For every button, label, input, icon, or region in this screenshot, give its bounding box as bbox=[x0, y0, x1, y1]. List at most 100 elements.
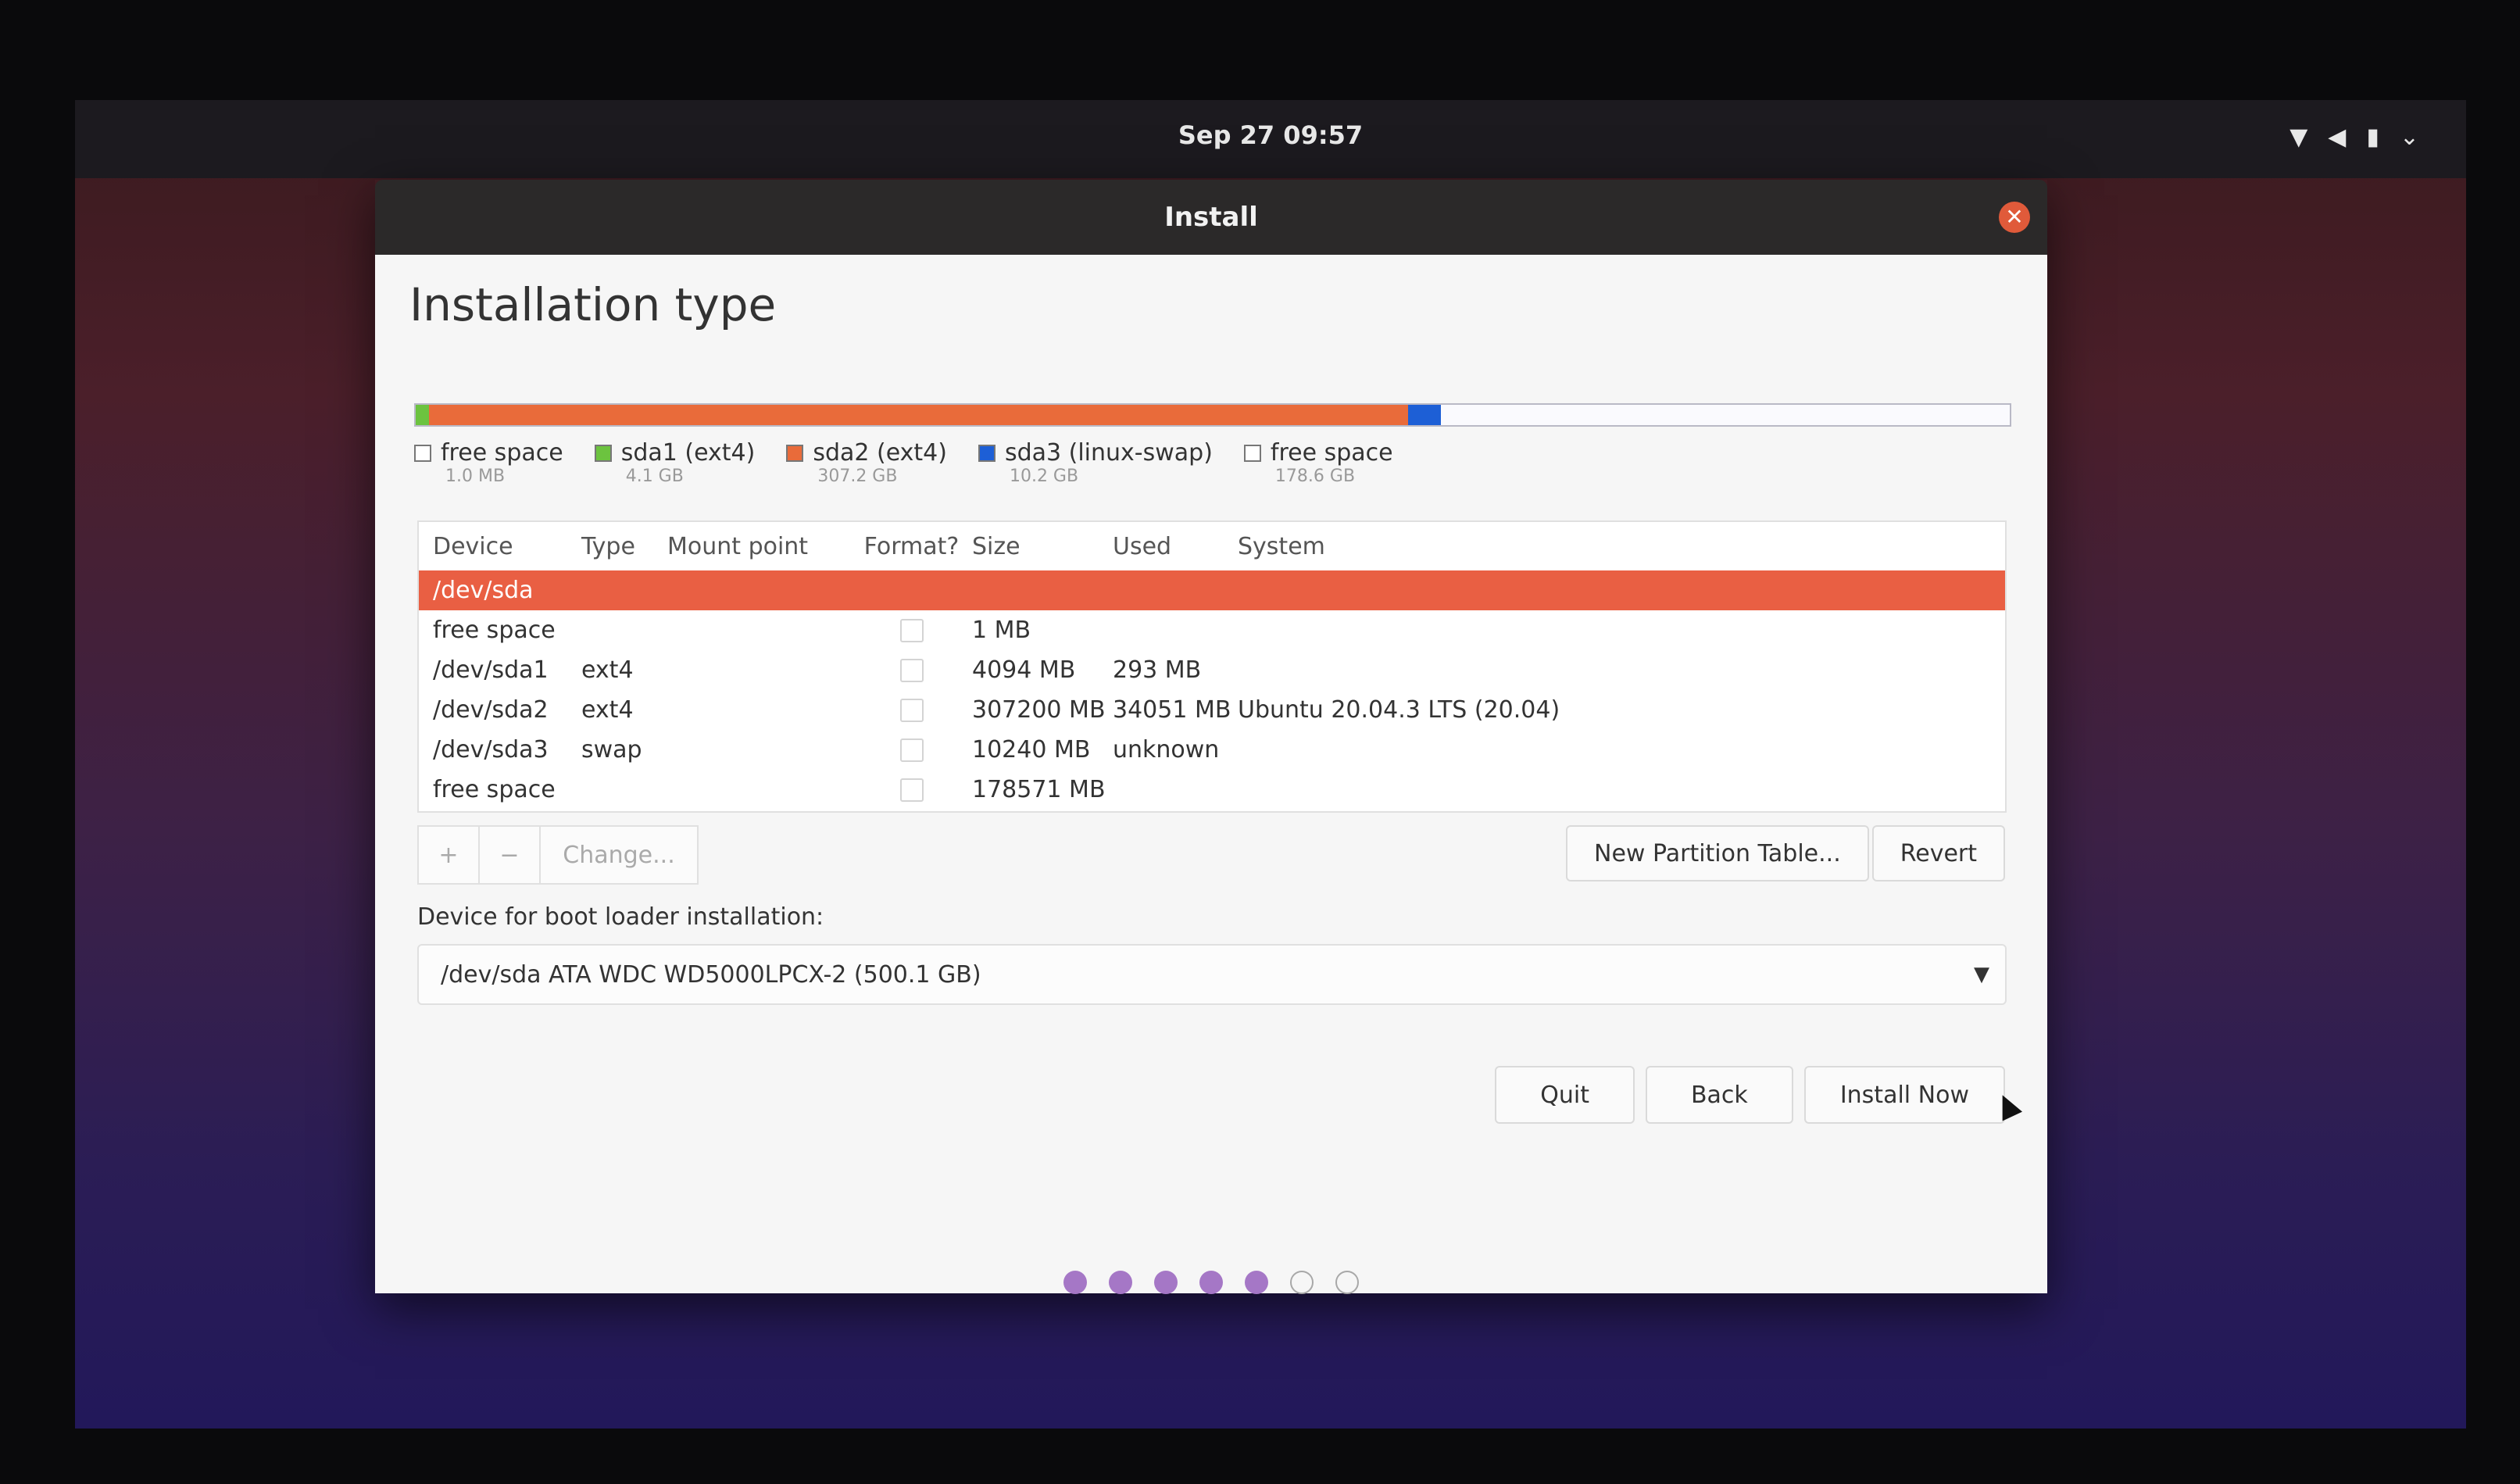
partition-used: 34051 MB bbox=[1113, 696, 1231, 724]
table-row[interactable]: free space 178571 MB bbox=[419, 770, 2005, 810]
page-title: Installation type bbox=[409, 278, 777, 331]
partition-used: 293 MB bbox=[1113, 656, 1202, 684]
legend-swatch bbox=[1243, 444, 1261, 462]
table-row[interactable]: /dev/sda3 swap 10240 MB unknown bbox=[419, 730, 2005, 770]
chevron-down-icon[interactable]: ▼ bbox=[1958, 963, 2005, 986]
progress-dot-complete bbox=[1109, 1271, 1132, 1294]
partition-bar-segment bbox=[1408, 405, 1441, 425]
header-type[interactable]: Type bbox=[581, 533, 667, 560]
partition-type: ext4 bbox=[581, 656, 634, 684]
quit-button[interactable]: Quit bbox=[1495, 1066, 1635, 1124]
header-format[interactable]: Format? bbox=[851, 533, 972, 560]
install-window: Install ✕ Installation type free space 1.… bbox=[375, 180, 2047, 1294]
legend-label: sda2 (ext4) bbox=[813, 439, 947, 467]
legend-label: sda1 (ext4) bbox=[620, 439, 756, 467]
progress-dot-complete bbox=[1063, 1271, 1087, 1294]
partition-system: Ubuntu 20.04.3 LTS (20.04) bbox=[1238, 696, 1560, 724]
revert-button[interactable]: Revert bbox=[1871, 825, 2005, 881]
partition-device: free space bbox=[433, 617, 556, 644]
wifi-icon[interactable]: ▼ bbox=[2289, 123, 2307, 151]
clock[interactable]: Sep 27 09:57 bbox=[75, 120, 2466, 150]
format-cell bbox=[851, 698, 972, 722]
partition-device: /dev/sda3 bbox=[433, 736, 549, 763]
format-cell bbox=[851, 618, 972, 642]
battery-icon[interactable]: ▮ bbox=[2366, 123, 2379, 151]
partition-table[interactable]: Device Type Mount point Format? Size Use… bbox=[417, 520, 2007, 813]
change-partition-button[interactable]: Change... bbox=[541, 827, 697, 883]
legend-item: free space 1.0 MB bbox=[414, 439, 563, 486]
legend-swatch bbox=[978, 444, 995, 462]
boot-loader-device-select[interactable]: /dev/sda ATA WDC WD5000LPCX-2 (500.1 GB)… bbox=[417, 944, 2007, 1005]
format-cell bbox=[851, 658, 972, 682]
partition-size: 1 MB bbox=[972, 617, 1031, 644]
window-title: Install bbox=[1164, 202, 1258, 233]
progress-dot-complete bbox=[1199, 1271, 1223, 1294]
window-content: Installation type free space 1.0 MB sda1 (… bbox=[375, 255, 2047, 1294]
back-button[interactable]: Back bbox=[1645, 1066, 1793, 1124]
legend-label: sda3 (linux-swap) bbox=[1004, 439, 1213, 467]
format-checkbox[interactable] bbox=[899, 778, 924, 802]
format-cell bbox=[851, 738, 972, 762]
header-mount-point[interactable]: Mount point bbox=[667, 533, 851, 560]
header-size[interactable]: Size bbox=[972, 533, 1113, 560]
partition-table-toolbar: New Partition Table... Revert bbox=[1566, 825, 2005, 881]
boot-loader-device-value: /dev/sda ATA WDC WD5000LPCX-2 (500.1 GB) bbox=[441, 960, 981, 989]
legend-label: free space bbox=[441, 439, 563, 467]
remove-partition-button[interactable]: − bbox=[480, 827, 541, 883]
partition-legend: free space 1.0 MB sda1 (ext4) 4.1 GB sda2 (e… bbox=[414, 439, 1393, 486]
step-progress-dots bbox=[375, 1271, 2047, 1294]
legend-size: 10.2 GB bbox=[1009, 467, 1079, 486]
boot-loader-label: Device for boot loader installation: bbox=[417, 903, 824, 931]
window-titlebar[interactable]: Install ✕ bbox=[375, 180, 2047, 255]
legend-size: 1.0 MB bbox=[445, 467, 506, 486]
format-checkbox[interactable] bbox=[899, 618, 924, 642]
progress-dot-complete bbox=[1154, 1271, 1178, 1294]
disk-row-selected[interactable]: /dev/sda bbox=[419, 570, 2005, 610]
table-row[interactable]: free space 1 MB bbox=[419, 610, 2005, 650]
add-partition-button[interactable]: + bbox=[419, 827, 480, 883]
format-checkbox[interactable] bbox=[899, 698, 924, 722]
partition-bar bbox=[414, 403, 2011, 427]
format-checkbox[interactable] bbox=[899, 738, 924, 762]
legend-swatch bbox=[786, 444, 804, 462]
legend-item: sda3 (linux-swap) 10.2 GB bbox=[978, 439, 1213, 486]
navigation-buttons: Quit Back Install Now bbox=[1495, 1066, 2005, 1124]
legend-size: 307.2 GB bbox=[817, 467, 898, 486]
legend-item: free space 178.6 GB bbox=[1243, 439, 1393, 486]
partition-size: 10240 MB bbox=[972, 736, 1091, 763]
partition-device: /dev/sda2 bbox=[433, 696, 549, 724]
partition-bar-segment bbox=[428, 405, 1409, 425]
chevron-down-icon[interactable]: ⌄ bbox=[2400, 123, 2419, 151]
partition-device: /dev/sda1 bbox=[433, 656, 549, 684]
progress-dot-pending bbox=[1335, 1271, 1359, 1294]
partition-bar-segment bbox=[416, 405, 429, 425]
progress-dot-complete bbox=[1245, 1271, 1268, 1294]
close-icon[interactable]: ✕ bbox=[1999, 202, 2030, 233]
install-now-button[interactable]: Install Now bbox=[1803, 1066, 2005, 1124]
table-row[interactable]: /dev/sda2 ext4 307200 MB 34051 MB Ubuntu 20.… bbox=[419, 690, 2005, 730]
partition-bar-segment bbox=[1440, 405, 2010, 425]
legend-size: 4.1 GB bbox=[625, 467, 684, 486]
header-used[interactable]: Used bbox=[1113, 533, 1238, 560]
partition-device: free space bbox=[433, 776, 556, 803]
partition-edit-toolbar: + − Change... bbox=[417, 825, 699, 885]
legend-item: sda1 (ext4) 4.1 GB bbox=[594, 439, 756, 486]
format-cell bbox=[851, 778, 972, 802]
partition-rows: free space 1 MB/dev/sda1 ext4 4094 MB 293 MB… bbox=[419, 610, 2005, 810]
legend-size: 178.6 GB bbox=[1274, 467, 1356, 486]
header-device[interactable]: Device bbox=[419, 533, 581, 560]
legend-swatch bbox=[414, 444, 431, 462]
table-row[interactable]: /dev/sda1 ext4 4094 MB 293 MB bbox=[419, 650, 2005, 690]
partition-size: 178571 MB bbox=[972, 776, 1106, 803]
header-system[interactable]: System bbox=[1238, 533, 2005, 560]
top-bar: Sep 27 09:57 ▼ ◀ ▮ ⌄ bbox=[75, 100, 2466, 178]
system-tray[interactable]: ▼ ◀ ▮ ⌄ bbox=[2289, 123, 2419, 151]
partition-size: 307200 MB bbox=[972, 696, 1106, 724]
legend-swatch bbox=[594, 444, 612, 462]
progress-dot-pending bbox=[1290, 1271, 1314, 1294]
partition-size: 4094 MB bbox=[972, 656, 1076, 684]
legend-label: free space bbox=[1270, 439, 1393, 467]
volume-icon[interactable]: ◀ bbox=[2328, 123, 2346, 151]
new-partition-table-button[interactable]: New Partition Table... bbox=[1566, 825, 1869, 881]
format-checkbox[interactable] bbox=[899, 658, 924, 682]
